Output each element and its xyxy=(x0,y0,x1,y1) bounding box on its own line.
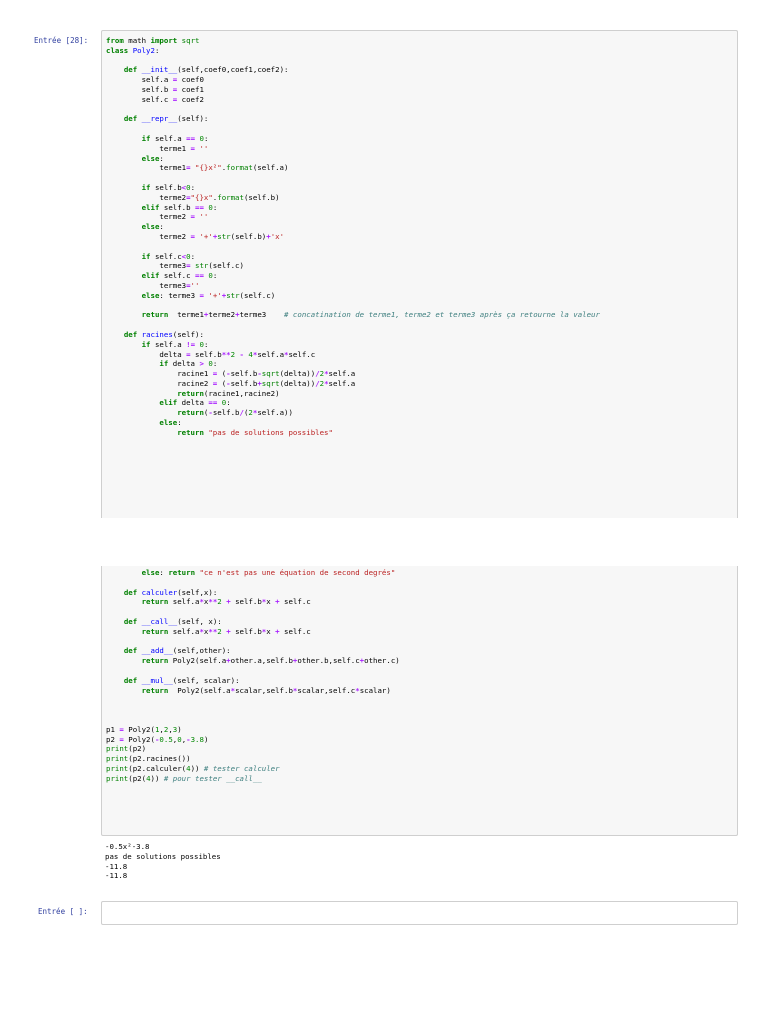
cell-prompt-28: Entrée [28]: xyxy=(34,36,89,45)
code-line: return Poly2(self.a*scalar,self.b*scalar… xyxy=(141,685,391,695)
code-cell-editor-part1[interactable]: from math import sqrt class Poly2: def __… xyxy=(101,30,738,518)
code-line: class Poly2: xyxy=(106,45,160,55)
code-line: else: xyxy=(141,222,164,232)
code-line: delta = self.b**2 - 4*self.a*self.c xyxy=(106,349,316,359)
output-line: pas de solutions possibles xyxy=(105,851,221,861)
code-line: return self.a*x**2 + self.b*x + self.c xyxy=(141,597,311,607)
output-line: -11.8 xyxy=(105,861,128,871)
code-line: print(p2.calculer(4)) # tester calculer xyxy=(106,763,280,773)
code-line: if self.a == 0: xyxy=(141,133,209,143)
code-line: def racines(self): xyxy=(123,329,204,339)
code-line: terme2="{}x".format(self.b) xyxy=(106,192,280,202)
code-line: terme1 = '' xyxy=(106,143,209,153)
code-line: if self.b<0: xyxy=(141,182,196,192)
code-line: racine2 = (-self.b+sqrt(delta))/2*self.a xyxy=(106,378,356,388)
code-line: self.a = coef0 xyxy=(106,75,204,85)
code-line: print(p2.racines()) xyxy=(106,754,191,764)
code-line: racine1 = (-self.b-sqrt(delta))/2*self.a xyxy=(106,369,356,379)
code-cell-editor-part2[interactable]: else: return "ce n'est pas une équation … xyxy=(101,566,738,836)
code-line: def __repr__(self): xyxy=(123,114,209,124)
code-line: return(racine1,racine2) xyxy=(177,388,280,398)
code-line: p1 = Poly2(1,2,3) xyxy=(106,724,182,734)
code-line: return self.a*x**2 + self.b*x + self.c xyxy=(141,626,311,636)
code-line: terme3= str(self.c) xyxy=(106,261,244,271)
code-line: terme2 = '' xyxy=(106,212,209,222)
code-line: def calculer(self,x): xyxy=(123,587,218,597)
code-line: else: xyxy=(159,418,182,428)
code-line: terme1= "{}x²".format(self.a) xyxy=(106,163,289,173)
code-line: def __init__(self,coef0,coef1,coef2): xyxy=(123,65,289,75)
code-line: return(-self.b/(2*self.a)) xyxy=(177,408,293,418)
code-line: self.b = coef1 xyxy=(106,84,204,94)
code-line: else: terme3 = '+'+str(self.c) xyxy=(141,290,276,300)
code-line: print(p2(4)) # pour tester __call__ xyxy=(106,773,262,783)
code-line: from math import sqrt xyxy=(106,36,200,45)
code-line: terme2 = '+'+str(self.b)+'x' xyxy=(106,231,285,241)
code-line: return terme1+terme2+terme3 # concatinat… xyxy=(141,310,600,320)
cell-output: -0.5x²-3.8 pas de solutions possibles -11.… xyxy=(105,842,221,881)
code-line: return Poly2(self.a+other.a,self.b+other… xyxy=(141,656,400,666)
code-line: print(p2) xyxy=(106,744,147,754)
code-line: if self.a != 0: xyxy=(141,339,209,349)
code-line: return "pas de solutions possibles" xyxy=(177,427,333,437)
cell-prompt-empty: Entrée [ ]: xyxy=(38,907,88,916)
code-line: def __call__(self, x): xyxy=(123,616,222,626)
code-line: elif self.c == 0: xyxy=(141,271,218,281)
output-line: -0.5x²-3.8 xyxy=(105,842,150,851)
code-line: terme3='' xyxy=(106,280,200,290)
empty-code-cell-input[interactable] xyxy=(101,901,738,925)
code-line: def __add__(self,other): xyxy=(123,646,231,656)
code-line: def __mul__(self, scalar): xyxy=(123,675,240,685)
code-line: else: xyxy=(141,153,164,163)
code-line: elif self.b == 0: xyxy=(141,202,218,212)
code-line: if self.c<0: xyxy=(141,251,196,261)
code-line: p2 = Poly2(-0.5,0,-3.8) xyxy=(106,734,209,744)
code-block-part1[interactable]: from math import sqrt class Poly2: def __… xyxy=(106,36,600,438)
code-block-part2[interactable]: else: return "ce n'est pas une équation … xyxy=(106,568,400,784)
code-line: if delta > 0: xyxy=(159,359,218,369)
code-line: elif delta == 0: xyxy=(159,398,231,408)
code-line: self.c = coef2 xyxy=(106,94,204,104)
code-line: else: return "ce n'est pas une équation … xyxy=(141,568,396,577)
output-line: -11.8 xyxy=(105,871,128,881)
